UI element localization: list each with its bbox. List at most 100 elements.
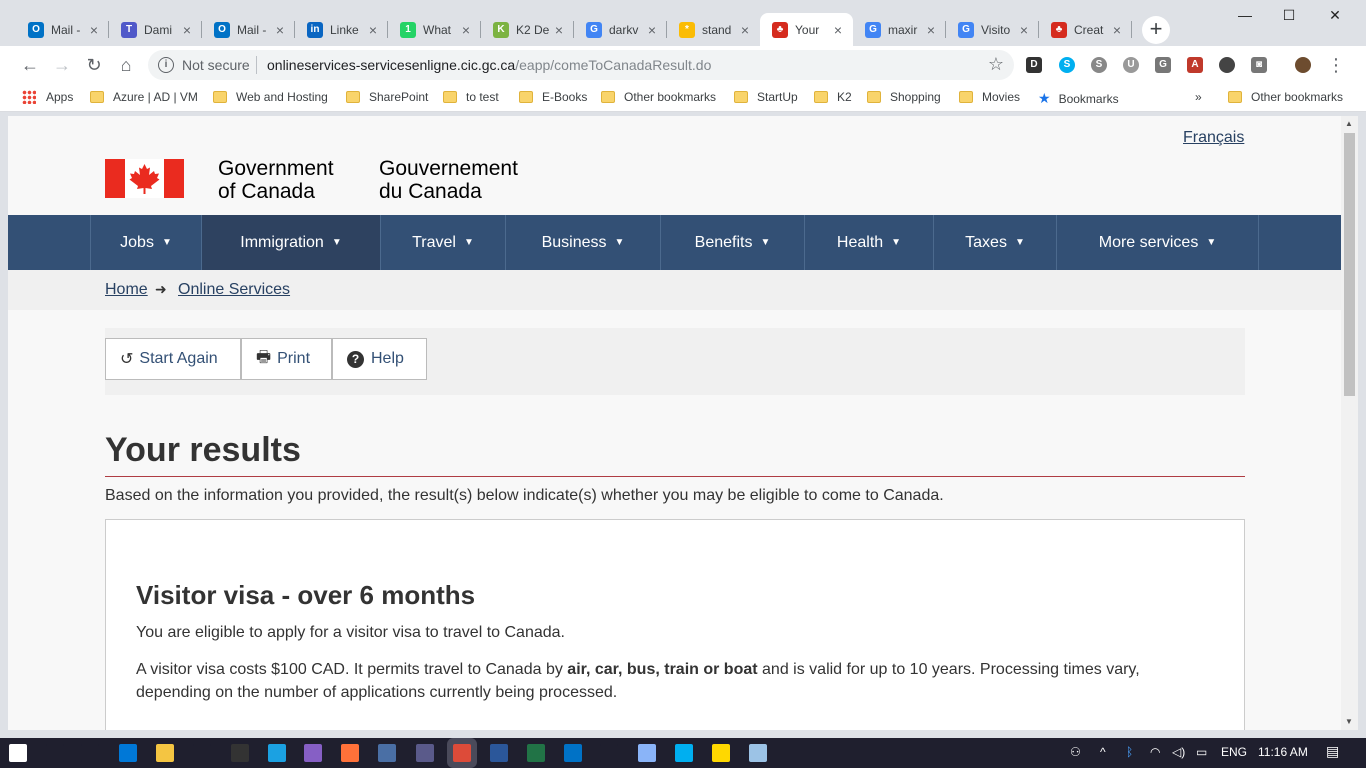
info-icon[interactable]: i	[158, 57, 174, 73]
tab-11[interactable]: ♣ Creat ×	[1039, 13, 1132, 46]
tab-10[interactable]: G Visito ×	[946, 13, 1039, 46]
wifi-icon[interactable]: ◠	[1150, 745, 1160, 759]
bookmark-7[interactable]: StartUp	[734, 90, 798, 104]
ie-icon[interactable]	[268, 744, 286, 762]
close-tab-icon[interactable]: ×	[366, 22, 380, 38]
profile-avatar[interactable]	[1295, 57, 1311, 73]
extension-d-icon[interactable]: D	[1026, 57, 1042, 73]
breadcrumb-online-services-link[interactable]: Online Services	[178, 281, 290, 299]
tab-3[interactable]: in Linke ×	[295, 13, 388, 46]
skype-gray-extension-icon[interactable]: S	[1091, 57, 1107, 73]
tab-1[interactable]: T Dami ×	[109, 13, 202, 46]
sticky-notes-icon[interactable]	[712, 744, 730, 762]
tab-6[interactable]: Gdarkv ×	[574, 13, 667, 46]
search-icon[interactable]	[46, 744, 64, 762]
outlook-icon[interactable]	[564, 744, 582, 762]
store-icon[interactable]	[193, 744, 211, 762]
scroll-up-icon[interactable]: ▲	[1345, 119, 1353, 128]
close-tab-icon[interactable]: ×	[738, 22, 752, 38]
menu-item-immigration[interactable]: Immigration ▼	[201, 215, 380, 270]
volume-icon[interactable]: ◁)	[1172, 745, 1185, 759]
firefox-icon[interactable]	[341, 744, 359, 762]
tab-5[interactable]: K K2 De ×	[481, 13, 574, 46]
close-tab-icon[interactable]: ×	[459, 22, 473, 38]
bookmark-13[interactable]: Other bookmarks	[1228, 90, 1343, 104]
close-window-button[interactable]: ✕	[1312, 0, 1358, 30]
page-scrollbar[interactable]: ▲ ▼	[1341, 116, 1358, 730]
scrollbar-thumb[interactable]	[1344, 133, 1355, 396]
tab-8[interactable]: ♣ Your ×	[760, 13, 853, 46]
excel-icon[interactable]	[527, 744, 545, 762]
new-tab-button[interactable]: +	[1142, 16, 1170, 44]
tab-2[interactable]: O Mail - ×	[202, 13, 295, 46]
bookmark-5[interactable]: E-Books	[519, 90, 587, 104]
bookmark-8[interactable]: K2	[814, 90, 852, 104]
tab-9[interactable]: Gmaxir ×	[853, 13, 946, 46]
close-tab-icon[interactable]: ×	[924, 22, 938, 38]
notification-center-icon[interactable]: ▤	[1326, 743, 1339, 760]
close-tab-icon[interactable]: ×	[180, 22, 194, 38]
bookmark-star-icon[interactable]: ☆	[988, 54, 1004, 75]
app-icon[interactable]	[416, 744, 434, 762]
url-text[interactable]: onlineservices-servicesenligne.cic.gc.ca…	[267, 57, 711, 73]
back-icon[interactable]: ←	[18, 53, 42, 77]
cmd-icon[interactable]	[231, 744, 249, 762]
settings-icon[interactable]	[600, 744, 618, 762]
extension-g-icon[interactable]: G	[1155, 57, 1171, 73]
file-explorer-icon[interactable]	[156, 744, 174, 762]
bookmark-2[interactable]: Web and Hosting	[213, 90, 328, 104]
address-bar[interactable]: i Not secure onlineservices-servicesenli…	[148, 50, 1014, 80]
close-tab-icon[interactable]: ×	[645, 22, 659, 38]
close-tab-icon[interactable]: ×	[1110, 22, 1124, 38]
home-icon[interactable]: ⌂	[114, 53, 138, 77]
tab-0[interactable]: O Mail - ×	[16, 13, 109, 46]
menu-item-more-services[interactable]: More services ▼	[1056, 215, 1259, 270]
visual-studio-icon[interactable]	[304, 744, 322, 762]
print-button[interactable]: 🖶 Print	[241, 338, 332, 380]
bookmark-6[interactable]: Other bookmarks	[601, 90, 716, 104]
clock[interactable]: 11:16 AM	[1258, 745, 1308, 759]
menu-item-benefits[interactable]: Benefits ▼	[660, 215, 804, 270]
menu-item-health[interactable]: Health ▼	[804, 215, 933, 270]
task-view-icon[interactable]	[81, 744, 99, 762]
word-icon[interactable]	[490, 744, 508, 762]
tab-7[interactable]: * stand ×	[667, 13, 760, 46]
help-button[interactable]: ? Help	[332, 338, 427, 380]
bookmark-0[interactable]: Apps	[22, 90, 73, 104]
people-icon[interactable]: ⚇	[1070, 745, 1081, 759]
pdf-extension-icon[interactable]: A	[1187, 57, 1203, 73]
menu-item-jobs[interactable]: Jobs ▼	[90, 215, 201, 270]
bookmark-11[interactable]: ★ Bookmarks	[1038, 90, 1119, 107]
close-tab-icon[interactable]: ×	[552, 22, 566, 38]
security-label[interactable]: Not secure	[182, 57, 250, 73]
extension-u-icon[interactable]: U	[1123, 57, 1139, 73]
forward-icon[interactable]: →	[50, 53, 74, 77]
extension-circle-icon[interactable]	[1219, 57, 1235, 73]
start-again-button[interactable]: ↺ Start Again	[105, 338, 241, 380]
bookmark-3[interactable]: SharePoint	[346, 90, 428, 104]
menu-item-business[interactable]: Business ▼	[505, 215, 660, 270]
chrome-icon[interactable]	[453, 744, 471, 762]
tab-4[interactable]: 1 What ×	[388, 13, 481, 46]
tray-overflow-icon[interactable]: ^	[1100, 745, 1106, 759]
bluetooth-icon[interactable]: ᛒ	[1126, 745, 1133, 759]
edge-icon[interactable]	[119, 744, 137, 762]
breadcrumb-home-link[interactable]: Home	[105, 281, 148, 299]
close-tab-icon[interactable]: ×	[831, 22, 845, 38]
reload-icon[interactable]: ↻	[82, 53, 106, 77]
start-icon[interactable]	[9, 744, 27, 762]
menu-item-travel[interactable]: Travel ▼	[380, 215, 505, 270]
camera-extension-icon[interactable]: ◙	[1251, 57, 1267, 73]
skype-extension-icon[interactable]: S	[1059, 57, 1075, 73]
menu-item-taxes[interactable]: Taxes ▼	[933, 215, 1056, 270]
battery-icon[interactable]: ▭	[1196, 745, 1207, 759]
language-toggle-link[interactable]: Français	[1183, 129, 1244, 147]
close-tab-icon[interactable]: ×	[87, 22, 101, 38]
close-tab-icon[interactable]: ×	[1017, 22, 1031, 38]
app2-icon[interactable]	[638, 744, 656, 762]
scroll-down-icon[interactable]: ▼	[1345, 717, 1353, 726]
notepad-icon[interactable]	[749, 744, 767, 762]
menu-kebab-icon[interactable]: ⋮	[1324, 53, 1348, 77]
bookmark-10[interactable]: Movies	[959, 90, 1020, 104]
bookmark-1[interactable]: Azure | AD | VM	[90, 90, 198, 104]
